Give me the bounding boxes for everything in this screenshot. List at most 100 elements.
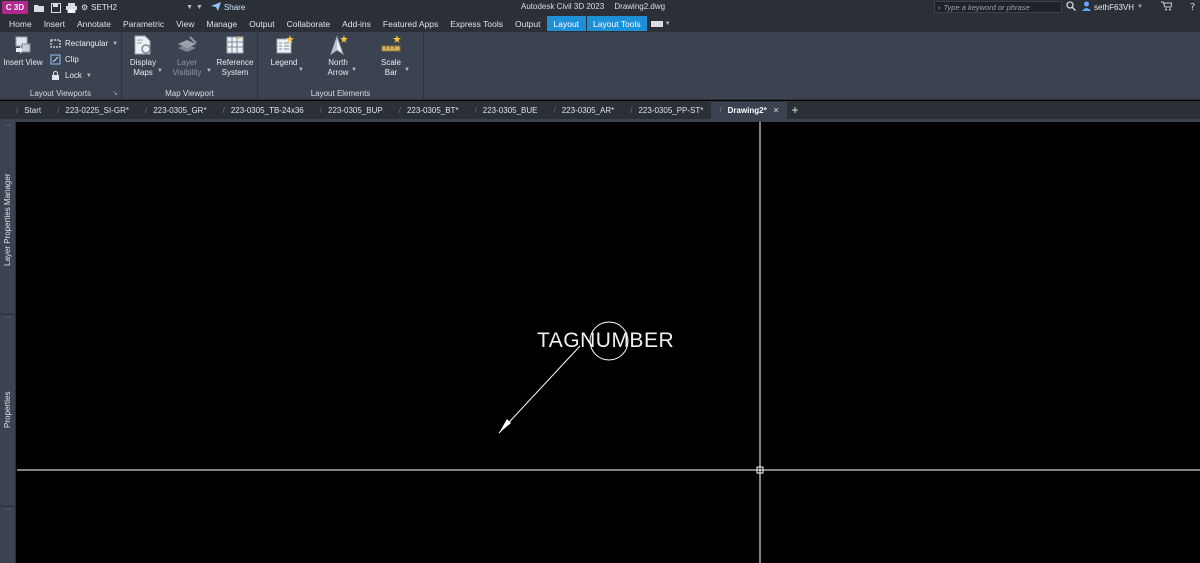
properties-label: Properties <box>3 391 12 428</box>
doc-tab[interactable]: 223-0305_GR* <box>137 102 215 119</box>
dialog-launcher-icon[interactable]: ↘ <box>112 89 118 97</box>
tab-insert[interactable]: Insert <box>38 16 71 31</box>
tab-annotate[interactable]: Annotate <box>71 16 117 31</box>
tab-add-ins[interactable]: Add-ins <box>336 16 377 31</box>
chevron-down-icon[interactable]: ▼ <box>206 68 212 74</box>
lock-label: Lock <box>65 71 82 80</box>
clip-button[interactable]: Clip <box>50 54 79 65</box>
workspace-name: SETH2 <box>91 3 117 12</box>
doc-tab[interactable]: 223-0305_PP-ST* <box>622 102 711 119</box>
chevron-down-icon[interactable]: ▼ <box>298 67 304 73</box>
panel-layout-viewports: Insert View Rectangular ▼ Clip Lock ▼ La… <box>0 32 122 100</box>
reference-grid-icon <box>224 34 246 56</box>
help-icon[interactable]: ? <box>1188 1 1198 13</box>
properties-palette-tab[interactable]: ⋯ Properties <box>0 315 16 506</box>
panel-map-viewport: Display Maps ▼ Layer Visibility ▼ Refere… <box>122 32 258 100</box>
north-arrow-icon <box>327 34 349 56</box>
doc-tab[interactable]: 223-0305_BUE <box>467 102 546 119</box>
search-input[interactable]: › Type a keyword or phrase <box>934 1 1062 13</box>
scale-bar-label-1: Scale <box>380 58 401 67</box>
grip-icon[interactable]: ⋯ <box>3 123 13 130</box>
doc-tab[interactable]: 223-0305_TB-24x36 <box>215 102 312 119</box>
insert-view-icon <box>12 34 34 56</box>
clip-label: Clip <box>65 55 79 64</box>
print-icon[interactable] <box>66 2 77 13</box>
doc-tab[interactable]: 223-0305_AR* <box>546 102 623 119</box>
north-arrow-button[interactable]: North Arrow <box>322 34 354 78</box>
rectangular-label: Rectangular <box>65 39 109 48</box>
new-tab-plus-icon[interactable]: + <box>791 103 798 117</box>
share-label: Share <box>223 3 246 12</box>
north-arrow-label-2: Arrow <box>327 68 349 77</box>
tab-view[interactable]: View <box>170 16 200 31</box>
save-icon[interactable] <box>50 2 61 13</box>
ribbon-minimize-toggle[interactable]: ▼ <box>647 16 675 31</box>
chevron-down-icon: ▼ <box>186 4 193 11</box>
lock-button[interactable]: Lock ▼ <box>50 70 92 81</box>
tab-output[interactable]: Output <box>243 16 281 31</box>
display-maps-label-1: Display <box>129 58 157 67</box>
title-bar: C 3D ⚙ SETH2 ▼ ▼ Share Autodesk Civil 3D… <box>0 0 1200 15</box>
magnifier-icon[interactable] <box>1066 1 1076 13</box>
user-account-button[interactable]: sethF63VH ▼ <box>1082 1 1143 13</box>
share-button[interactable]: Share <box>210 2 246 13</box>
tab-express-tools[interactable]: Express Tools <box>444 16 509 31</box>
doc-tab-start[interactable]: Start <box>8 102 49 119</box>
doc-tab[interactable]: 223-0225_SI-GR* <box>49 102 137 119</box>
drawing-canvas[interactable]: TAGNUMBER <box>17 122 1200 563</box>
ribbon-panel-area: Insert View Rectangular ▼ Clip Lock ▼ La… <box>0 32 1200 100</box>
display-maps-button[interactable]: Display Maps <box>128 34 158 78</box>
ribbon-tab-bar: Home Insert Annotate Parametric View Man… <box>0 15 1200 32</box>
qat-customize-dropdown[interactable]: ▼ <box>196 4 203 11</box>
reference-system-button[interactable]: Reference System <box>216 34 254 78</box>
tab-output-2[interactable]: Output <box>509 16 547 31</box>
chevron-down-icon[interactable]: ▼ <box>404 67 410 73</box>
chevron-down-icon: ▼ <box>664 20 671 27</box>
rectangular-button[interactable]: Rectangular ▼ <box>50 38 118 49</box>
window-title: Autodesk Civil 3D 2023 Drawing2.dwg <box>521 2 665 11</box>
leader-line[interactable] <box>498 345 581 434</box>
chevron-down-icon[interactable]: ▼ <box>351 67 357 73</box>
doc-tab[interactable]: 223-0305_BT* <box>391 102 467 119</box>
tab-layout-tools[interactable]: Layout Tools <box>587 16 647 31</box>
tag-number-text[interactable]: TAGNUMBER <box>537 329 674 353</box>
insert-view-button[interactable]: Insert View <box>3 34 43 68</box>
grip-icon[interactable]: ⋯ <box>3 315 13 322</box>
layer-visibility-button[interactable]: Layer Visibility <box>170 34 204 78</box>
tab-manage[interactable]: Manage <box>200 16 243 31</box>
tab-parametric[interactable]: Parametric <box>117 16 170 31</box>
workspace-selector[interactable]: ⚙ SETH2 ▼ <box>81 2 193 14</box>
doc-tab-active[interactable]: Drawing2* ✕ <box>711 101 788 119</box>
layer-properties-palette-tab[interactable]: ⋯ Layer Properties Manager <box>0 123 16 314</box>
doc-tab[interactable]: 223-0305_BUP <box>312 102 391 119</box>
north-arrow-label-1: North <box>328 58 348 67</box>
scale-bar-button[interactable]: Scale Bar <box>376 34 406 78</box>
legend-button[interactable]: Legend <box>267 34 301 68</box>
close-icon[interactable]: ✕ <box>773 106 780 115</box>
open-folder-icon[interactable] <box>34 2 45 13</box>
search-placeholder: Type a keyword or phrase <box>943 2 1030 12</box>
chevron-down-icon: ▼ <box>112 40 119 47</box>
chevron-down-icon[interactable]: ▼ <box>157 68 163 74</box>
title-right-controls: sethF63VH ▼ ? ▼ <box>1066 1 1200 13</box>
panel-title-layout-viewports: Layout Viewports <box>29 89 92 98</box>
username: sethF63VH <box>1094 2 1135 12</box>
tab-collaborate[interactable]: Collaborate <box>281 16 336 31</box>
grip-icon[interactable]: ⋯ <box>3 507 13 514</box>
layer-properties-manager-label: Layer Properties Manager <box>3 173 12 267</box>
leader-arrowhead <box>499 419 511 433</box>
chevron-down-icon: ▼ <box>85 72 92 79</box>
cart-icon[interactable] <box>1160 1 1173 13</box>
scale-bar-icon <box>380 34 402 56</box>
document-tab-bar: Start 223-0225_SI-GR* 223-0305_GR* 223-0… <box>0 101 1200 119</box>
display-maps-icon <box>132 34 154 56</box>
tab-home[interactable]: Home <box>3 16 38 31</box>
palette-tab-3[interactable]: ⋯ <box>0 507 16 558</box>
chevron-right-icon: › <box>938 2 941 12</box>
rectangle-viewport-icon <box>50 38 61 49</box>
insert-view-label: Insert View <box>3 58 43 67</box>
app-logo[interactable]: C 3D <box>2 1 28 14</box>
tab-layout[interactable]: Layout <box>546 16 587 31</box>
tab-featured-apps[interactable]: Featured Apps <box>377 16 444 31</box>
file-name: Drawing2.dwg <box>614 2 666 11</box>
